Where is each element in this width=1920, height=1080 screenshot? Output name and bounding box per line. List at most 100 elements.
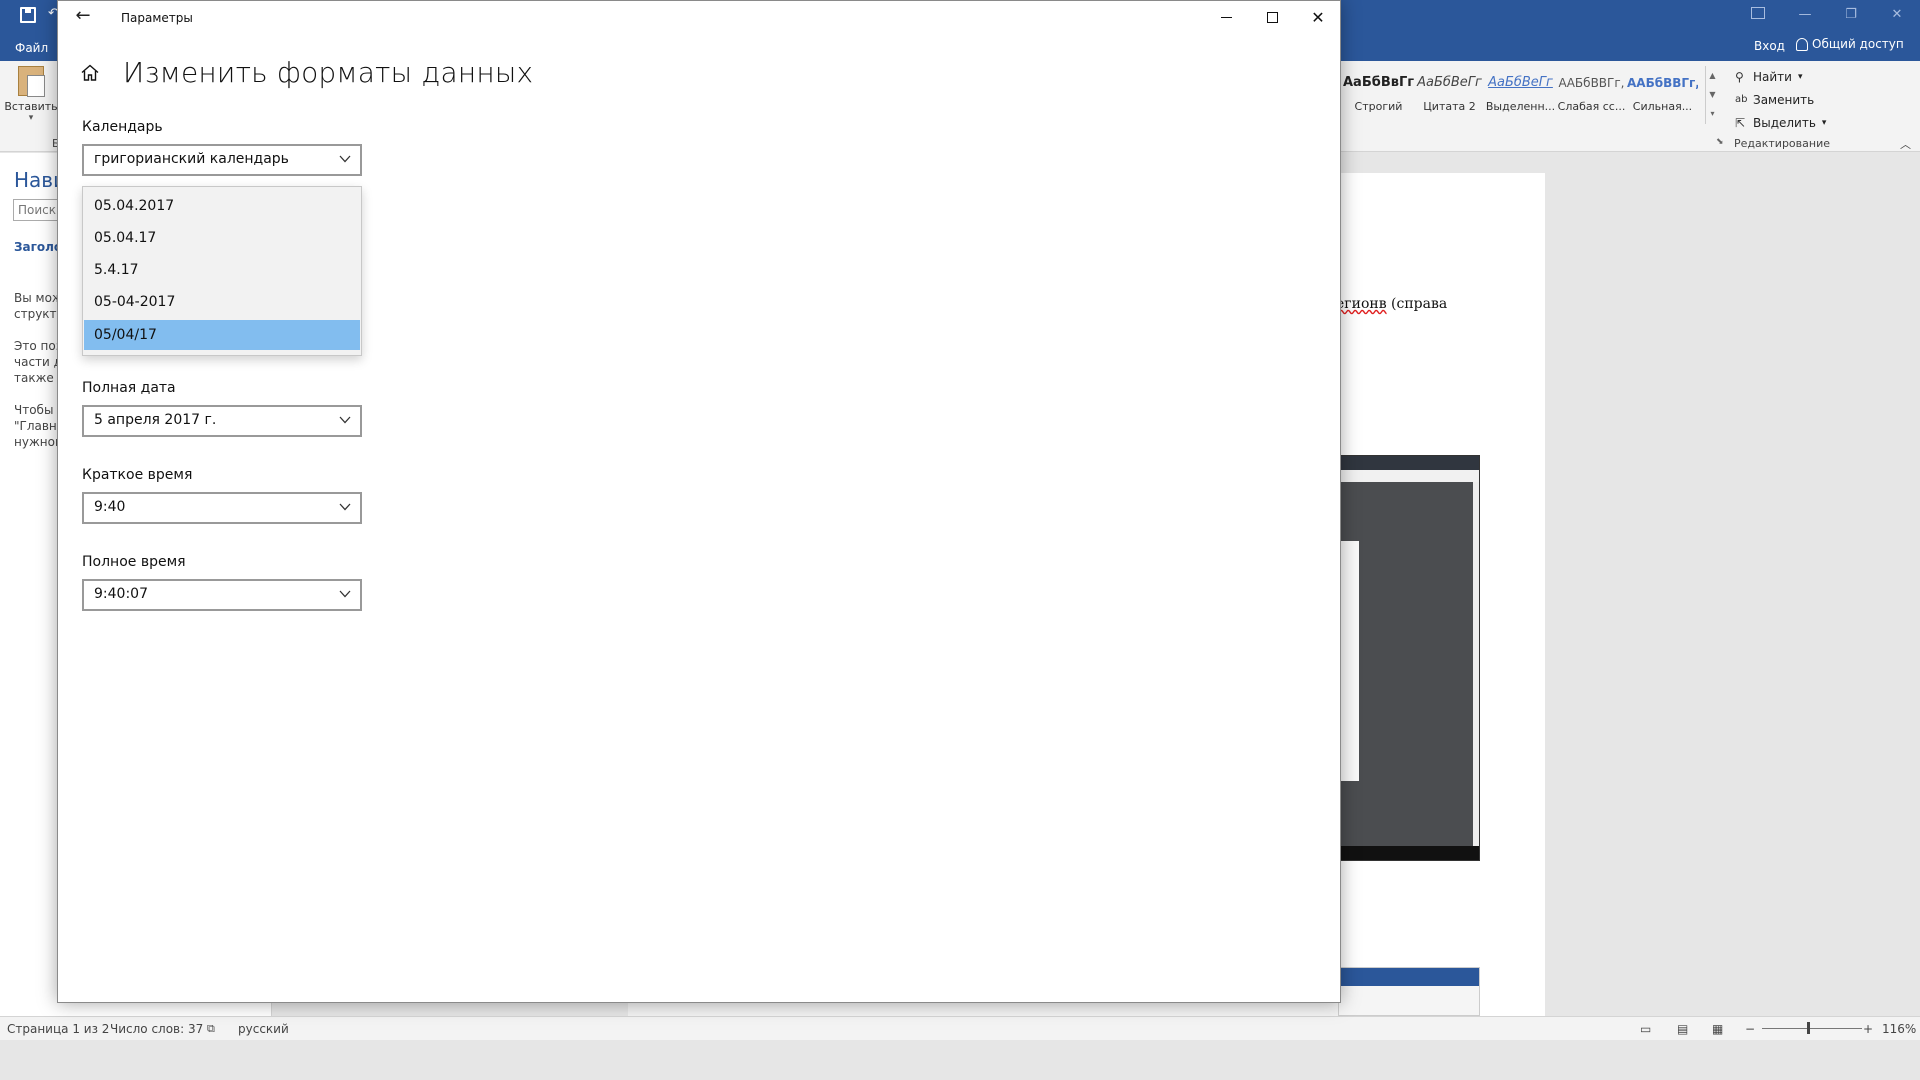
long-date-select[interactable]: 5 апреля 2017 г. (82, 405, 362, 437)
page-count[interactable]: Страница 1 из 2 (7, 1022, 109, 1036)
long-date-value: 5 апреля 2017 г. (94, 412, 217, 428)
ribbon-display-options-icon[interactable] (1751, 7, 1765, 19)
style-name: Строгий (1354, 100, 1403, 113)
save-icon[interactable] (20, 7, 36, 23)
calendar-select[interactable]: григорианский календарь (82, 144, 362, 176)
short-date-option[interactable]: 05.04.2017 (84, 191, 360, 221)
style-sample: ААБбВВГг, (1558, 76, 1625, 90)
style-name: Слабая сс... (1557, 100, 1626, 113)
chevron-down-icon (339, 155, 351, 163)
window-title: Параметры (121, 11, 193, 25)
styles-gallery-scroll: ▲ ▼ ▾ (1705, 66, 1719, 124)
find-button[interactable]: ⚲ Найти ▾ (1735, 65, 1826, 88)
replace-button[interactable]: ab Заменить (1735, 88, 1826, 111)
read-mode-icon[interactable]: ▭ (1640, 1022, 1651, 1036)
zoom-out-icon[interactable]: − (1745, 1022, 1755, 1036)
minimize-icon[interactable] (1203, 1, 1249, 34)
long-time-select[interactable]: 9:40:07 (82, 579, 362, 611)
document-ribbon-screenshot (628, 1002, 1338, 1016)
misspelled-word: егионв (1336, 296, 1387, 312)
close-icon[interactable]: ✕ (1295, 1, 1341, 34)
paste-label: Вставить (4, 100, 58, 113)
text-run: (справа (1386, 296, 1448, 312)
gallery-more-icon[interactable]: ▾ (1706, 104, 1719, 123)
zoom-slider-thumb[interactable] (1807, 1022, 1810, 1034)
style-intense-reference[interactable]: ААБбВВГг, Сильная... (1627, 72, 1698, 124)
share-label: Общий доступ (1812, 37, 1904, 51)
document-text[interactable]: егионв (справа (1336, 296, 1447, 312)
find-label: Найти (1753, 69, 1792, 84)
settings-titlebar: ← Параметры ✕ (58, 1, 1340, 34)
word-status-bar: Страница 1 из 2 Число слов: 37 ⧉ русский… (0, 1016, 1920, 1040)
gallery-down-icon[interactable]: ▼ (1706, 85, 1719, 104)
settings-window: ← Параметры ✕ Изменить форматы данных Ка… (57, 0, 1341, 1003)
short-time-select[interactable]: 9:40 (82, 492, 362, 524)
magnifier-icon: ⚲ (1735, 69, 1744, 84)
style-quote-2[interactable]: АаБбВеГг Цитата 2 (1414, 72, 1485, 124)
short-date-option-selected[interactable]: 05/04/17 (84, 320, 360, 350)
maximize-icon[interactable] (1249, 1, 1295, 34)
language[interactable]: русский (238, 1022, 289, 1036)
zoom-level[interactable]: 116% (1882, 1022, 1916, 1036)
short-time-value: 9:40 (94, 499, 126, 515)
style-intense-quote[interactable]: АаБбВеГг Выделенн... (1485, 72, 1556, 124)
close-icon[interactable]: ✕ (1874, 0, 1920, 32)
style-sample: АаБбВвГг, (1343, 75, 1414, 90)
print-layout-icon[interactable]: ▤ (1677, 1022, 1688, 1036)
person-icon (1796, 37, 1808, 51)
select-button[interactable]: ⇱ Выделить ▾ (1735, 111, 1826, 134)
restore-icon[interactable]: ❐ (1828, 0, 1874, 32)
short-date-option[interactable]: 5.4.17 (84, 255, 360, 285)
short-date-dropdown-list: 05.04.2017 05.04.17 5.4.17 05-04-2017 05… (82, 186, 362, 356)
chevron-down-icon: ▾ (1821, 117, 1827, 128)
paste-dropdown-icon: ▾ (28, 113, 34, 123)
document-screenshot-image[interactable] (1338, 455, 1480, 861)
replace-icon: ab (1735, 94, 1748, 105)
select-label: Выделить (1753, 115, 1816, 130)
chevron-down-icon (339, 416, 351, 424)
style-name: Цитата 2 (1423, 100, 1476, 113)
share-button[interactable]: Общий доступ (1796, 37, 1904, 51)
styles-dialog-launcher-icon[interactable]: ⬊ (1716, 137, 1724, 147)
chevron-down-icon (339, 503, 351, 511)
minimize-icon[interactable]: — (1782, 0, 1828, 32)
calendar-value: григорианский календарь (94, 151, 289, 167)
styles-gallery: АаБбВвГг, Строгий АаБбВеГг Цитата 2 АаБб… (1343, 72, 1698, 124)
style-sample: ААБбВВГг, (1627, 76, 1698, 90)
paste-button[interactable]: Вставить ▾ (4, 66, 58, 123)
style-name: Сильная... (1632, 100, 1693, 113)
file-tab[interactable]: Файл (15, 41, 48, 55)
word-window-controls: — ❐ ✕ (1782, 0, 1920, 32)
cursor-icon: ⇱ (1735, 115, 1746, 130)
replace-label: Заменить (1753, 92, 1815, 107)
zoom-slider[interactable] (1762, 1028, 1862, 1029)
style-subtle-reference[interactable]: ААБбВВГг, Слабая сс... (1556, 72, 1627, 124)
clipboard-icon (18, 66, 45, 97)
short-date-option[interactable]: 05-04-2017 (84, 287, 360, 317)
style-sample: АаБбВеГг (1488, 75, 1553, 90)
sign-in-link[interactable]: Вход (1754, 39, 1785, 53)
web-layout-icon[interactable]: ▦ (1712, 1022, 1723, 1036)
long-time-label: Полное время (82, 554, 186, 570)
collapse-ribbon-icon[interactable]: ︿ (1900, 136, 1911, 152)
short-date-option[interactable]: 05.04.17 (84, 223, 360, 253)
document-screenshot-image[interactable] (1338, 967, 1480, 1016)
gallery-up-icon[interactable]: ▲ (1706, 66, 1719, 85)
style-strong[interactable]: АаБбВвГг, Строгий (1343, 72, 1414, 124)
editing-group-label: Редактирование (1734, 137, 1830, 150)
chevron-down-icon: ▾ (1797, 71, 1803, 82)
editing-group: ⚲ Найти ▾ ab Заменить ⇱ Выделить ▾ (1735, 65, 1826, 134)
home-icon[interactable] (80, 63, 100, 83)
back-arrow-icon[interactable]: ← (72, 6, 94, 28)
short-time-label: Краткое время (82, 467, 193, 483)
style-name: Выделенн... (1485, 100, 1556, 113)
long-date-label: Полная дата (82, 380, 176, 396)
calendar-label: Календарь (82, 119, 163, 135)
word-count[interactable]: Число слов: 37 (110, 1022, 203, 1036)
style-sample: АаБбВеГг (1417, 75, 1482, 90)
proofing-icon[interactable]: ⧉ (207, 1022, 215, 1036)
zoom-in-icon[interactable]: + (1863, 1022, 1873, 1036)
long-time-value: 9:40:07 (94, 586, 148, 602)
page-title: Изменить форматы данных (123, 56, 534, 89)
chevron-down-icon (339, 590, 351, 598)
